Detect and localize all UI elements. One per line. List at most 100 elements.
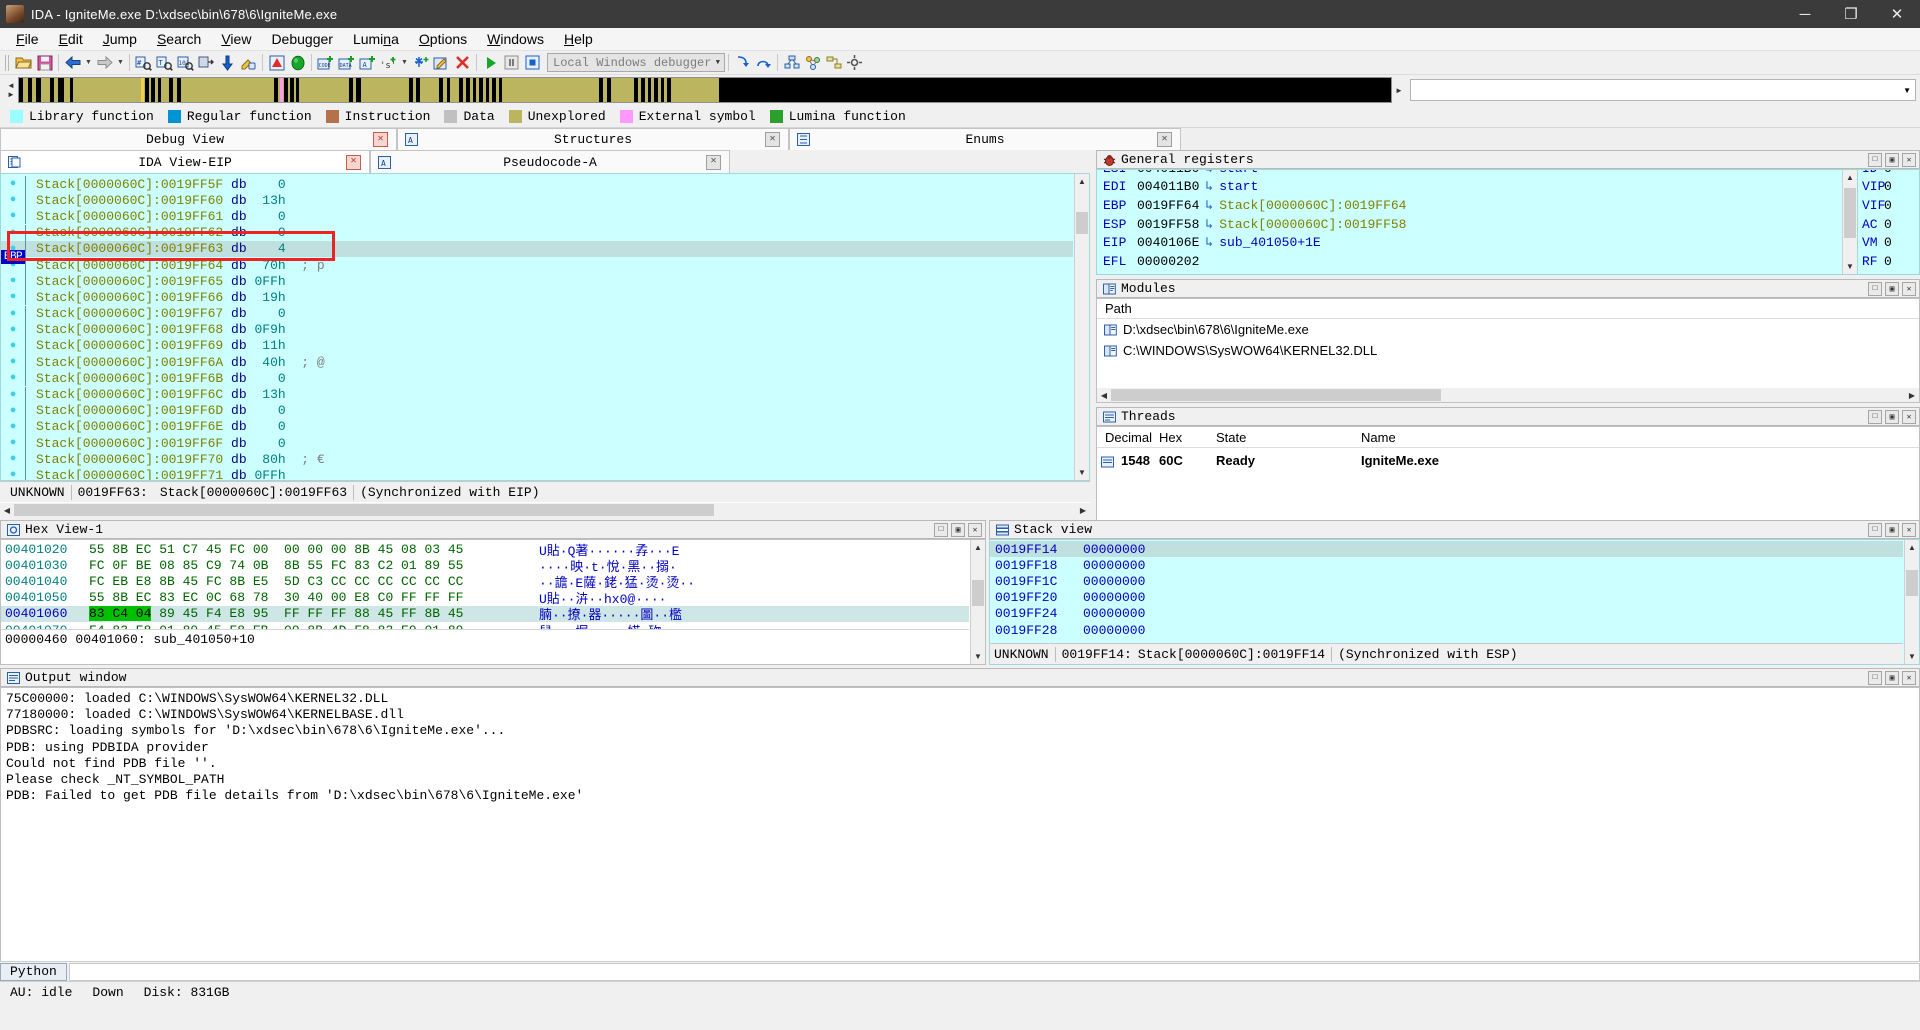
minimize-button[interactable]: ─: [1782, 0, 1828, 28]
scroll-down-icon[interactable]: ▼: [971, 649, 985, 664]
output-close-button[interactable]: ✕: [1902, 670, 1916, 685]
register-reference[interactable]: start: [1219, 170, 1258, 176]
forward-dropdown-icon[interactable]: ▼: [115, 59, 126, 66]
tab-close-icon[interactable]: ✕: [706, 154, 721, 170]
registers-restore-button[interactable]: □: [1868, 152, 1882, 167]
scroll-thumb[interactable]: [972, 580, 984, 606]
menu-debugger[interactable]: Debugger: [261, 29, 343, 49]
hscroll-track[interactable]: [1111, 389, 1905, 401]
flags-list[interactable]: ID0VIP0VIF0AC0VM0RF0NT0: [1858, 169, 1920, 275]
threads-float-button[interactable]: ▣: [1885, 409, 1899, 424]
thread-row[interactable]: 1548 60C Ready IgniteMe.exe: [1097, 448, 1919, 472]
threads-close-button[interactable]: ✕: [1902, 409, 1916, 424]
disassembly-line[interactable]: ● Stack[0000060C]:0019FF61 db 0: [1, 208, 1073, 225]
stack-value[interactable]: 00000000: [1083, 542, 1145, 557]
scroll-up-icon[interactable]: ▲: [1905, 540, 1919, 555]
disassembly-line[interactable]: ● Stack[0000060C]:0019FF60 db 13h: [1, 192, 1073, 209]
hex-row[interactable]: 00401060 83 C4 04 89 45 F4 E8 95 FF FF FF…: [1, 605, 969, 623]
register-value[interactable]: 00000202: [1137, 254, 1199, 269]
register-row[interactable]: EFL 00000202: [1103, 252, 1841, 271]
stackview-float-button[interactable]: ▣: [1885, 522, 1899, 537]
register-reference[interactable]: Stack[0000060C]:0019FF58: [1219, 217, 1406, 232]
disassembly-line[interactable]: ● Stack[0000060C]:0019FF6E db 0: [1, 418, 1073, 435]
breakpoint-dot-icon[interactable]: ●: [1, 291, 25, 303]
options-icon[interactable]: [844, 52, 865, 73]
flag-value[interactable]: 0: [1884, 217, 1892, 232]
register-reference[interactable]: Stack[0000060C]:0019FF64: [1219, 198, 1406, 213]
flag-row[interactable]: VIP 0: [1858, 178, 1919, 197]
step-into-icon[interactable]: [732, 52, 753, 73]
stack-value[interactable]: 00000000: [1083, 606, 1145, 621]
register-value[interactable]: 0040106E: [1137, 235, 1199, 250]
scroll-thumb[interactable]: [1844, 188, 1856, 238]
breakpoint-dot-icon[interactable]: ●: [1, 275, 25, 287]
terminate-process-icon[interactable]: [522, 52, 543, 73]
breakpoint-dot-icon[interactable]: ●: [1, 372, 25, 384]
tab-debug-view[interactable]: Debug View ✕: [0, 128, 397, 150]
breakpoint-dot-icon[interactable]: ●: [1, 308, 25, 320]
breakpoint-dot-icon[interactable]: ●: [1, 227, 25, 239]
hscroll-thumb[interactable]: [1111, 389, 1441, 401]
hscroll-left-icon[interactable]: ◀: [0, 506, 14, 515]
scroll-up-icon[interactable]: ▲: [971, 540, 985, 555]
disassembly-line[interactable]: ● Stack[0000060C]:0019FF71 db 0FFh: [1, 467, 1073, 480]
menu-windows[interactable]: Windows: [477, 29, 554, 49]
flag-value[interactable]: 0: [1884, 179, 1892, 194]
run-to-cursor-icon[interactable]: [287, 52, 308, 73]
stack-value[interactable]: 00000000: [1083, 558, 1145, 573]
stack-value[interactable]: 00000000: [1083, 574, 1145, 589]
register-value[interactable]: 004011B0: [1137, 170, 1199, 176]
hexview-close-button[interactable]: ✕: [968, 522, 982, 537]
tab-close-icon[interactable]: ✕: [765, 132, 780, 147]
breakpoint-dot-icon[interactable]: ●: [1, 469, 25, 480]
registers-title-bar[interactable]: General registers □ ▣ ✕: [1096, 150, 1920, 169]
open-file-icon[interactable]: [13, 52, 34, 73]
flag-value[interactable]: 0: [1884, 198, 1892, 213]
stack-value[interactable]: 00000000: [1083, 590, 1145, 605]
breakpoint-dot-icon[interactable]: ●: [1, 356, 25, 368]
disassembly-line[interactable]: ● Stack[0000060C]:0019FF68 db 0F9h: [1, 321, 1073, 338]
flag-value[interactable]: 0: [1884, 235, 1892, 250]
stackview-title-bar[interactable]: Stack view □ ▣ ✕: [989, 520, 1920, 539]
stackview-listing[interactable]: 0019FF14 00000000 0019FF18 00000000 0019FF1C…: [989, 539, 1920, 665]
output-restore-button[interactable]: □: [1868, 670, 1882, 685]
scroll-down-icon[interactable]: ▼: [1075, 465, 1089, 480]
stackview-close-button[interactable]: ✕: [1902, 522, 1916, 537]
xrefs-graph-icon[interactable]: [823, 52, 844, 73]
python-input[interactable]: [68, 962, 1920, 981]
module-row[interactable]: D:\xdsec\bin\678\6\IgniteMe.exe: [1097, 319, 1919, 340]
hex-bytes[interactable]: FC EB E8 8B 45 FC 8B E5 5D C3 CC CC CC C…: [89, 574, 539, 589]
menu-lumina[interactable]: Lumina: [343, 29, 409, 49]
hscroll-left-icon[interactable]: ◀: [1097, 391, 1111, 400]
tab-close-icon[interactable]: ✕: [1157, 132, 1172, 147]
threads-table[interactable]: Decimal Hex State Name 1548 60C Ready Ignit…: [1096, 426, 1920, 527]
module-row[interactable]: C:\WINDOWS\SysWOW64\KERNEL32.DLL: [1097, 340, 1919, 361]
hexview-restore-button[interactable]: □: [934, 522, 948, 537]
registers-list[interactable]: ESI004011B0↳startEDI004011B0↳startEBP001…: [1096, 169, 1858, 275]
tab-structures[interactable]: A Structures ✕: [397, 128, 789, 150]
modules-header-path[interactable]: Path: [1097, 299, 1919, 319]
breakpoint-dot-icon[interactable]: ●: [1, 210, 25, 222]
edit-function-icon[interactable]: [431, 52, 452, 73]
flag-row[interactable]: VM 0: [1858, 233, 1919, 252]
make-code-icon[interactable]: CODE: [315, 52, 336, 73]
disassembly-line[interactable]: ● Stack[0000060C]:0019FF6B db 0: [1, 370, 1073, 387]
make-data-icon[interactable]: DATA: [336, 52, 357, 73]
stack-row[interactable]: 0019FF20 00000000: [990, 590, 1903, 606]
modules-table[interactable]: Path D:\xdsec\bin\678\6\IgniteMe.exe C:\W…: [1096, 298, 1920, 403]
scroll-down-icon[interactable]: ▼: [1843, 259, 1857, 274]
disassembly-listing[interactable]: ● Stack[0000060C]:0019FF5F db 0 ● Stack[000…: [0, 173, 1090, 481]
registers-vscrollbar[interactable]: ▲ ▼: [1842, 170, 1857, 274]
navigate-back-icon[interactable]: [62, 52, 83, 73]
menu-options[interactable]: Options: [409, 29, 477, 49]
back-dropdown-icon[interactable]: ▼: [83, 59, 94, 66]
hscroll-right-icon[interactable]: ▶: [1905, 391, 1919, 400]
register-row[interactable]: ESP 0019FF58 ↳ Stack[0000060C]:0019FF58: [1103, 215, 1841, 234]
stack-row[interactable]: 0019FF1C 00000000: [990, 573, 1903, 589]
menu-jump[interactable]: Jump: [93, 29, 147, 49]
step-over-icon[interactable]: [753, 52, 774, 73]
hex-bytes[interactable]: FC 0F BE 08 85 C9 74 0B 8B 55 FC 83 C2 0…: [89, 558, 539, 573]
column-header-decimal[interactable]: Decimal: [1097, 430, 1159, 445]
threads-restore-button[interactable]: □: [1868, 409, 1882, 424]
modules-hscrollbar[interactable]: ◀ ▶: [1097, 388, 1919, 402]
